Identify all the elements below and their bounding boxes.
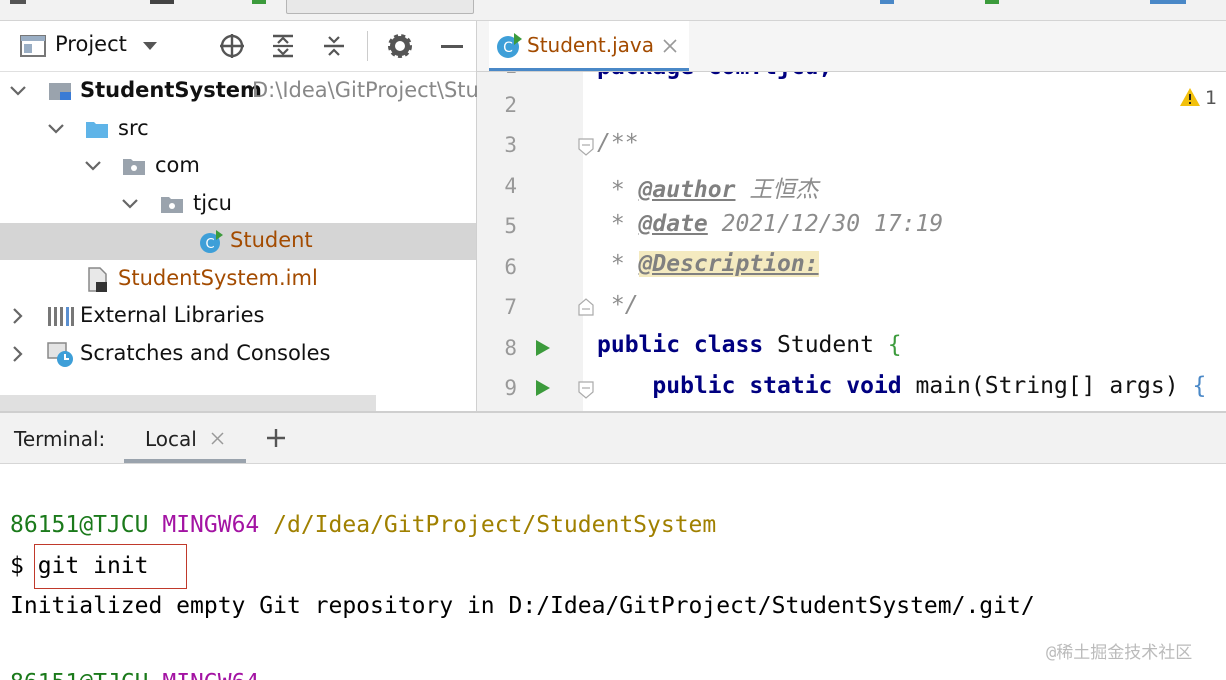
tab-label: Local	[145, 427, 197, 451]
chevron-right-icon[interactable]	[8, 344, 28, 364]
java-class-icon: C	[497, 33, 522, 58]
project-header: Project	[0, 21, 476, 72]
toolbar-icon[interactable]	[880, 0, 894, 4]
run-config-selector[interactable]	[286, 0, 474, 14]
code-line-4[interactable]: * @author 王恒杰	[597, 170, 819, 204]
warning-count[interactable]: 1	[1205, 87, 1217, 109]
svg-text:C: C	[503, 40, 513, 56]
chevron-down-icon[interactable]	[46, 119, 66, 139]
run-class-icon[interactable]	[535, 339, 551, 357]
line-number: 1	[477, 72, 517, 78]
line-number: 5	[504, 214, 517, 238]
line-number: 4	[504, 174, 517, 198]
main-toolbar	[0, 0, 1226, 21]
terminal-output[interactable]: 86151@TJCU MINGW64 /d/Idea/GitProject/St…	[0, 464, 1226, 680]
tree-item-scratches[interactable]: Scratches and Consoles	[0, 336, 476, 373]
fold-icon[interactable]	[578, 298, 594, 316]
expand-all-icon[interactable]	[270, 33, 296, 59]
tree-item-path: D:\Idea\GitProject\Stu	[252, 78, 479, 102]
chevron-down-icon[interactable]	[83, 156, 103, 176]
line-number: 7	[504, 295, 517, 319]
tree-item-label: Student	[230, 228, 313, 252]
tree-item-label: Scratches and Consoles	[80, 341, 331, 365]
warning-icon[interactable]	[1179, 87, 1201, 107]
build-icon[interactable]	[252, 0, 266, 4]
toolbar-icon[interactable]	[10, 0, 26, 4]
toolbar-icon[interactable]	[985, 0, 999, 4]
horizontal-scrollbar[interactable]	[0, 395, 376, 411]
scratches-icon	[47, 342, 73, 367]
package-icon	[161, 197, 183, 213]
project-tool-window: Project StudentSystem D:\Idea\GitProject…	[0, 21, 479, 411]
code-line-8[interactable]: public class Student {	[597, 332, 902, 358]
gear-icon[interactable]	[386, 32, 414, 60]
chevron-down-icon[interactable]	[120, 194, 140, 214]
editor-gutter	[477, 72, 583, 411]
close-icon[interactable]	[663, 39, 677, 53]
line-number: 3	[504, 133, 517, 157]
project-view-label[interactable]: Project	[55, 32, 127, 56]
hide-icon[interactable]	[440, 44, 464, 48]
code-text[interactable]: package com.tjcu;	[597, 72, 832, 80]
code-line-3[interactable]: /**	[597, 130, 639, 156]
tree-item-external-libraries[interactable]: External Libraries	[0, 298, 476, 335]
code-line-5[interactable]: * @date 2021/12/30 17:19	[597, 211, 943, 237]
chevron-down-icon[interactable]	[8, 81, 28, 101]
plus-icon[interactable]	[266, 428, 286, 448]
tab-label: Student.java	[527, 33, 654, 57]
run-main-icon[interactable]	[535, 379, 551, 397]
tree-item-label: External Libraries	[80, 303, 265, 327]
divider	[367, 31, 368, 61]
toolbar-icon[interactable]	[1150, 0, 1186, 4]
tree-item-com[interactable]: com	[0, 148, 476, 185]
source-folder-icon	[86, 122, 108, 138]
terminal-prompt-line: 86151@TJCU MINGW64 /d/Idea/GitProject/St…	[10, 512, 717, 538]
libraries-icon	[48, 307, 74, 326]
terminal-output-line: Initialized empty Git repository in D:/I…	[10, 593, 1035, 619]
java-class-icon: C	[200, 230, 223, 253]
tree-item-label: tjcu	[193, 191, 232, 215]
code-line-1: 1 package com.tjcu;	[477, 72, 1226, 86]
editor-tab-bar: C Student.java	[477, 21, 1226, 72]
terminal-header: Terminal: Local	[0, 413, 1226, 464]
toolbar-icon[interactable]	[150, 0, 174, 4]
terminal-title: Terminal:	[14, 427, 106, 451]
tree-item-tjcu[interactable]: tjcu	[0, 186, 476, 223]
code-line-6[interactable]: * @Description:	[597, 251, 819, 277]
chevron-down-icon[interactable]	[140, 37, 160, 55]
watermark: @稀土掘金技术社区	[1046, 643, 1193, 663]
tree-item-student[interactable]: C Student	[0, 223, 476, 260]
code-line-7[interactable]: */	[597, 292, 639, 318]
line-number: 6	[504, 255, 517, 279]
locate-file-icon[interactable]	[218, 32, 246, 60]
line-number: 8	[504, 336, 517, 360]
chevron-right-icon[interactable]	[8, 306, 28, 326]
terminal-tab-local[interactable]: Local	[124, 413, 246, 463]
tree-item-label: src	[118, 116, 149, 140]
line-number: 2	[504, 93, 517, 117]
terminal-next-prompt: 86151@TJCU MINGW64	[10, 670, 259, 680]
editor-pane: C Student.java 1 package com.tjcu; 2 3 4…	[477, 21, 1226, 411]
module-file-icon	[88, 267, 107, 292]
highlight-box	[34, 544, 187, 589]
close-icon[interactable]	[211, 432, 224, 445]
code-line-9[interactable]: public static void main(String[] args) {	[597, 373, 1206, 399]
tree-item-label: com	[155, 153, 200, 177]
line-number: 9	[504, 376, 517, 400]
fold-icon[interactable]	[578, 138, 594, 156]
tab-student-java[interactable]: C Student.java	[489, 21, 689, 71]
tree-item-label: StudentSystem.iml	[118, 266, 318, 290]
tree-item-studentsystem[interactable]: StudentSystem D:\Idea\GitProject\Stu	[0, 73, 479, 110]
tree-item-label: StudentSystem	[80, 78, 262, 102]
module-folder-icon	[49, 83, 71, 100]
tree-item-src[interactable]: src	[0, 111, 476, 148]
project-view-icon	[20, 34, 46, 58]
tree-item-iml[interactable]: StudentSystem.iml	[0, 261, 476, 298]
package-icon	[123, 159, 145, 175]
svg-text:C: C	[205, 237, 214, 252]
fold-icon[interactable]	[578, 381, 594, 399]
collapse-all-icon[interactable]	[321, 33, 347, 59]
